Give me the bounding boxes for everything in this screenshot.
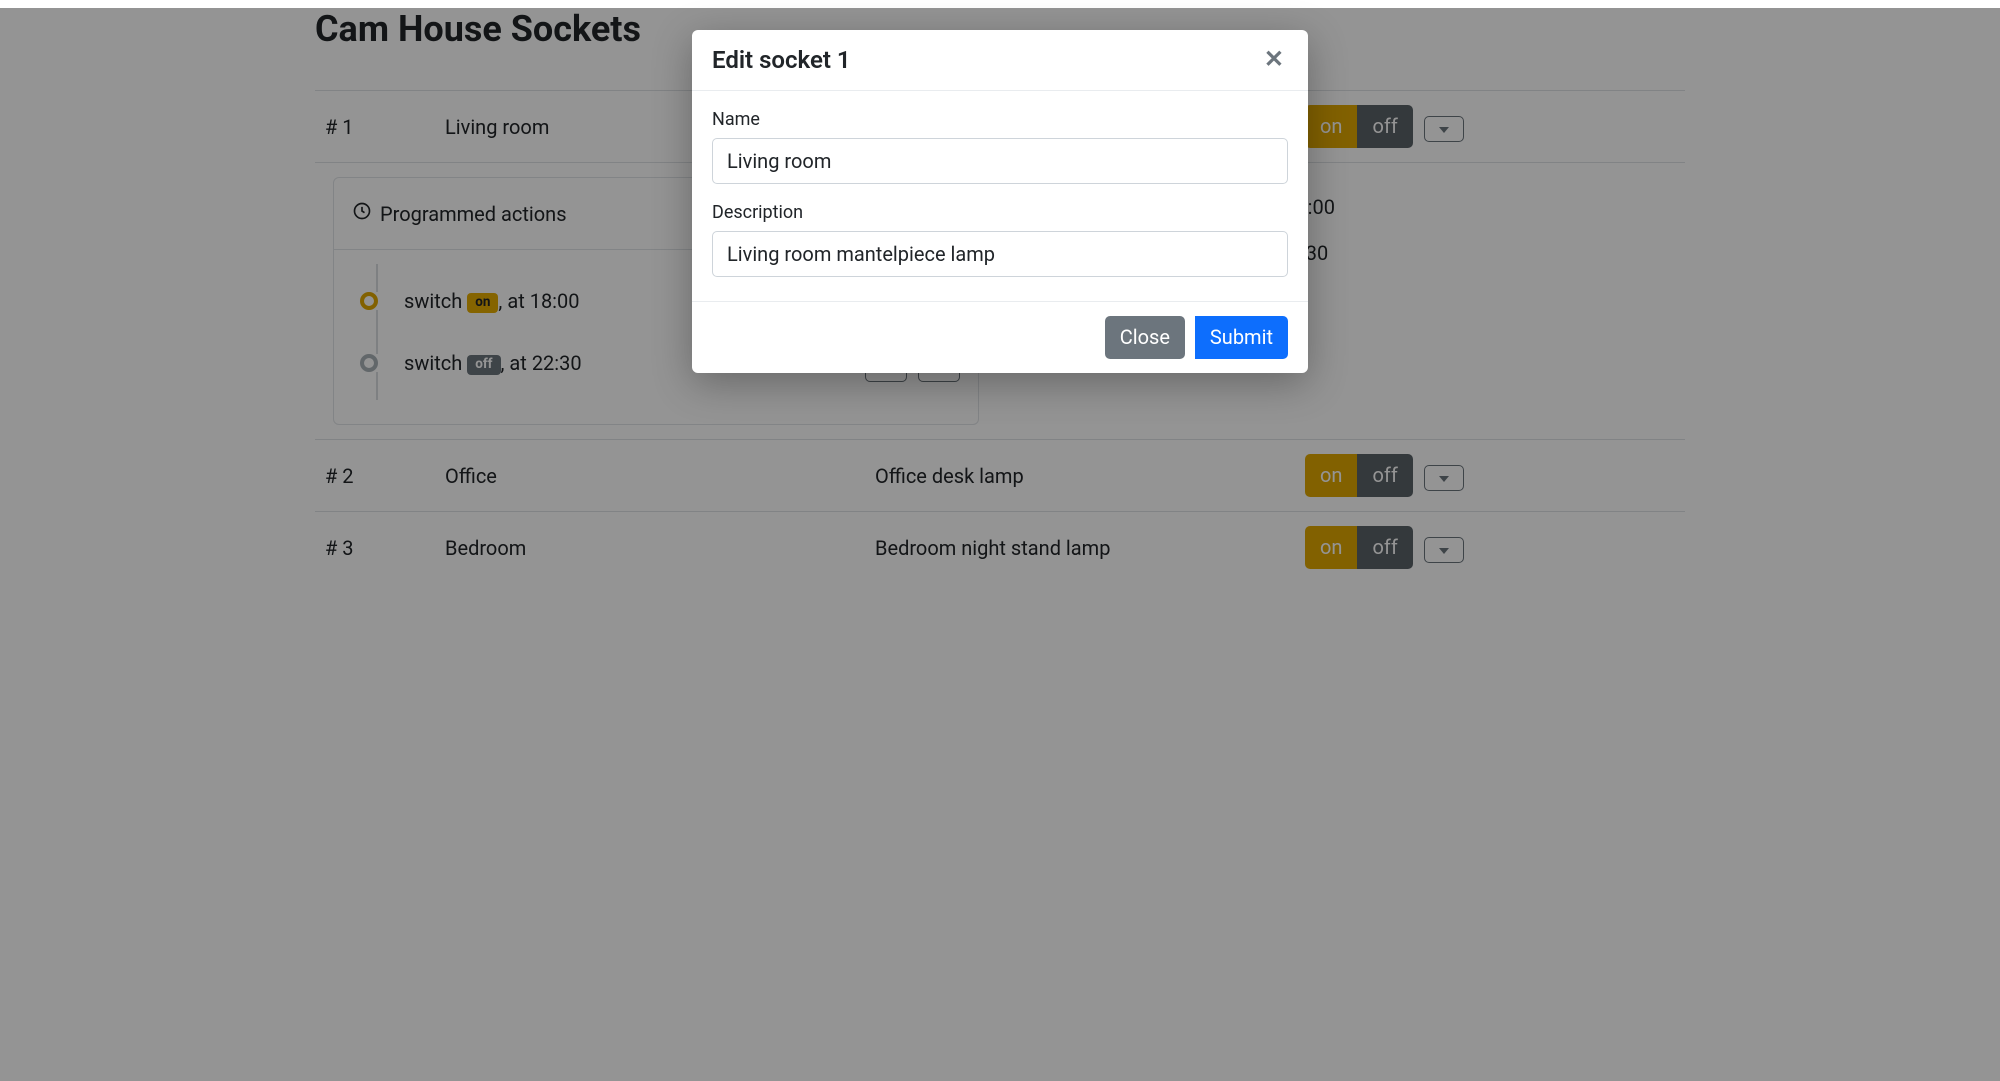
modal-close-footer-button[interactable]: Close: [1105, 316, 1185, 359]
name-label: Name: [712, 109, 1288, 130]
modal-title: Edit socket 1: [712, 46, 851, 74]
modal-submit-button[interactable]: Submit: [1195, 316, 1288, 359]
edit-socket-modal: Edit socket 1 ✕ Name Description Close S…: [692, 30, 1308, 373]
name-input[interactable]: [712, 138, 1288, 184]
description-input[interactable]: [712, 231, 1288, 277]
modal-close-button[interactable]: ✕: [1260, 48, 1288, 72]
description-label: Description: [712, 202, 1288, 223]
close-icon: ✕: [1264, 46, 1284, 73]
